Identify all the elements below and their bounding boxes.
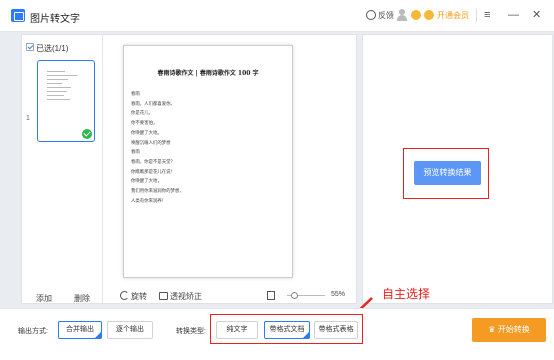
rotate-button[interactable]: 旋转 <box>131 291 147 302</box>
start-conversion-button[interactable]: ♛ 开始转换 <box>472 318 546 342</box>
document-title: 春雨诗歌作文 | 春雨诗歌作文 100 字 <box>157 70 259 77</box>
document-line: 人类有你来润养！ <box>131 198 167 204</box>
perspective-correction-button[interactable]: 透视矫正 <box>170 291 202 302</box>
minimize-button[interactable]: — <box>508 8 519 22</box>
page-thumbnail[interactable] <box>37 60 95 142</box>
document-line: 唤醒沉睡人们的梦想 <box>131 140 171 146</box>
delete-button[interactable]: 删除 <box>74 293 90 304</box>
zoom-level: 55% <box>331 291 346 298</box>
thumbnail-column: 已选(1/1) 1 添加 删除 <box>22 35 103 303</box>
add-button[interactable]: 添加 <box>36 293 52 304</box>
document-line: 你瞧瞧那是花儿在说！ <box>131 169 175 175</box>
document-line: 你唤醒了大地。 <box>131 130 162 136</box>
perspective-icon[interactable] <box>159 292 168 300</box>
document-preview: 春雨诗歌作文 | 春雨诗歌作文 100 字 春雨 春雨，人们都喜爱你。 你是花儿… <box>123 45 293 278</box>
fit-page-icon[interactable] <box>267 291 275 300</box>
crown-icon: ♛ <box>488 325 498 334</box>
separate-output-option[interactable]: 逐个输出 <box>107 321 153 339</box>
zoom-slider-handle[interactable] <box>291 292 298 299</box>
formatted-table-option[interactable]: 带格式表格 <box>314 321 358 339</box>
output-mode-label: 输出方式: <box>18 328 48 335</box>
start-conversion-label: 开始转换 <box>497 325 530 334</box>
document-line: 春雨，人们都喜爱你。 <box>131 101 175 107</box>
thumbnail-selected-check-icon <box>82 129 92 139</box>
thumbnail-page-number: 1 <box>26 115 30 122</box>
document-line: 春雨 <box>131 92 140 97</box>
document-line: 春雨，你是不是天堂？ <box>131 159 175 165</box>
plain-text-option[interactable]: 纯文字 <box>216 321 258 339</box>
vip-badge-icon <box>424 10 434 20</box>
feedback-icon[interactable] <box>366 10 376 20</box>
thumbnail-text-lines <box>47 71 77 103</box>
app-logo-icon <box>11 9 25 22</box>
app-title: 图片转文字 <box>30 14 80 25</box>
menu-icon[interactable]: ≡ <box>484 8 490 22</box>
select-all-checkbox[interactable] <box>26 43 34 51</box>
document-line: 我们用你来滋润你的梦想， <box>131 189 184 195</box>
formatted-document-option[interactable]: 带格式文档 <box>264 321 310 339</box>
open-vip-link[interactable]: 开通会员 <box>437 10 469 21</box>
preview-result-button[interactable]: 预览转换结果 <box>414 161 481 185</box>
feedback-link[interactable]: 反馈 <box>378 10 394 21</box>
conversion-type-label: 转换类型: <box>176 328 206 335</box>
document-line: 你唤醒了大地， <box>131 179 162 185</box>
coin-icon <box>411 10 421 20</box>
close-button[interactable]: ✕ <box>532 8 541 22</box>
rotate-icon[interactable] <box>120 291 129 300</box>
selected-count: 已选(1/1) <box>36 44 69 53</box>
document-line: 你是花儿， <box>131 111 153 117</box>
merge-output-option[interactable]: 合并输出 <box>58 321 102 339</box>
titlebar-divider <box>476 9 477 22</box>
document-body: 春雨 春雨，人们都喜爱你。 你是花儿， 你不要害怕， 你唤醒了大地。 唤醒沉睡人… <box>131 90 184 206</box>
annotation-label: 自主选择 <box>382 287 431 301</box>
user-avatar-icon[interactable] <box>397 9 407 21</box>
document-line: 你不要害怕， <box>131 121 158 127</box>
title-bar <box>0 0 554 32</box>
document-line: 春雨 <box>131 150 140 156</box>
